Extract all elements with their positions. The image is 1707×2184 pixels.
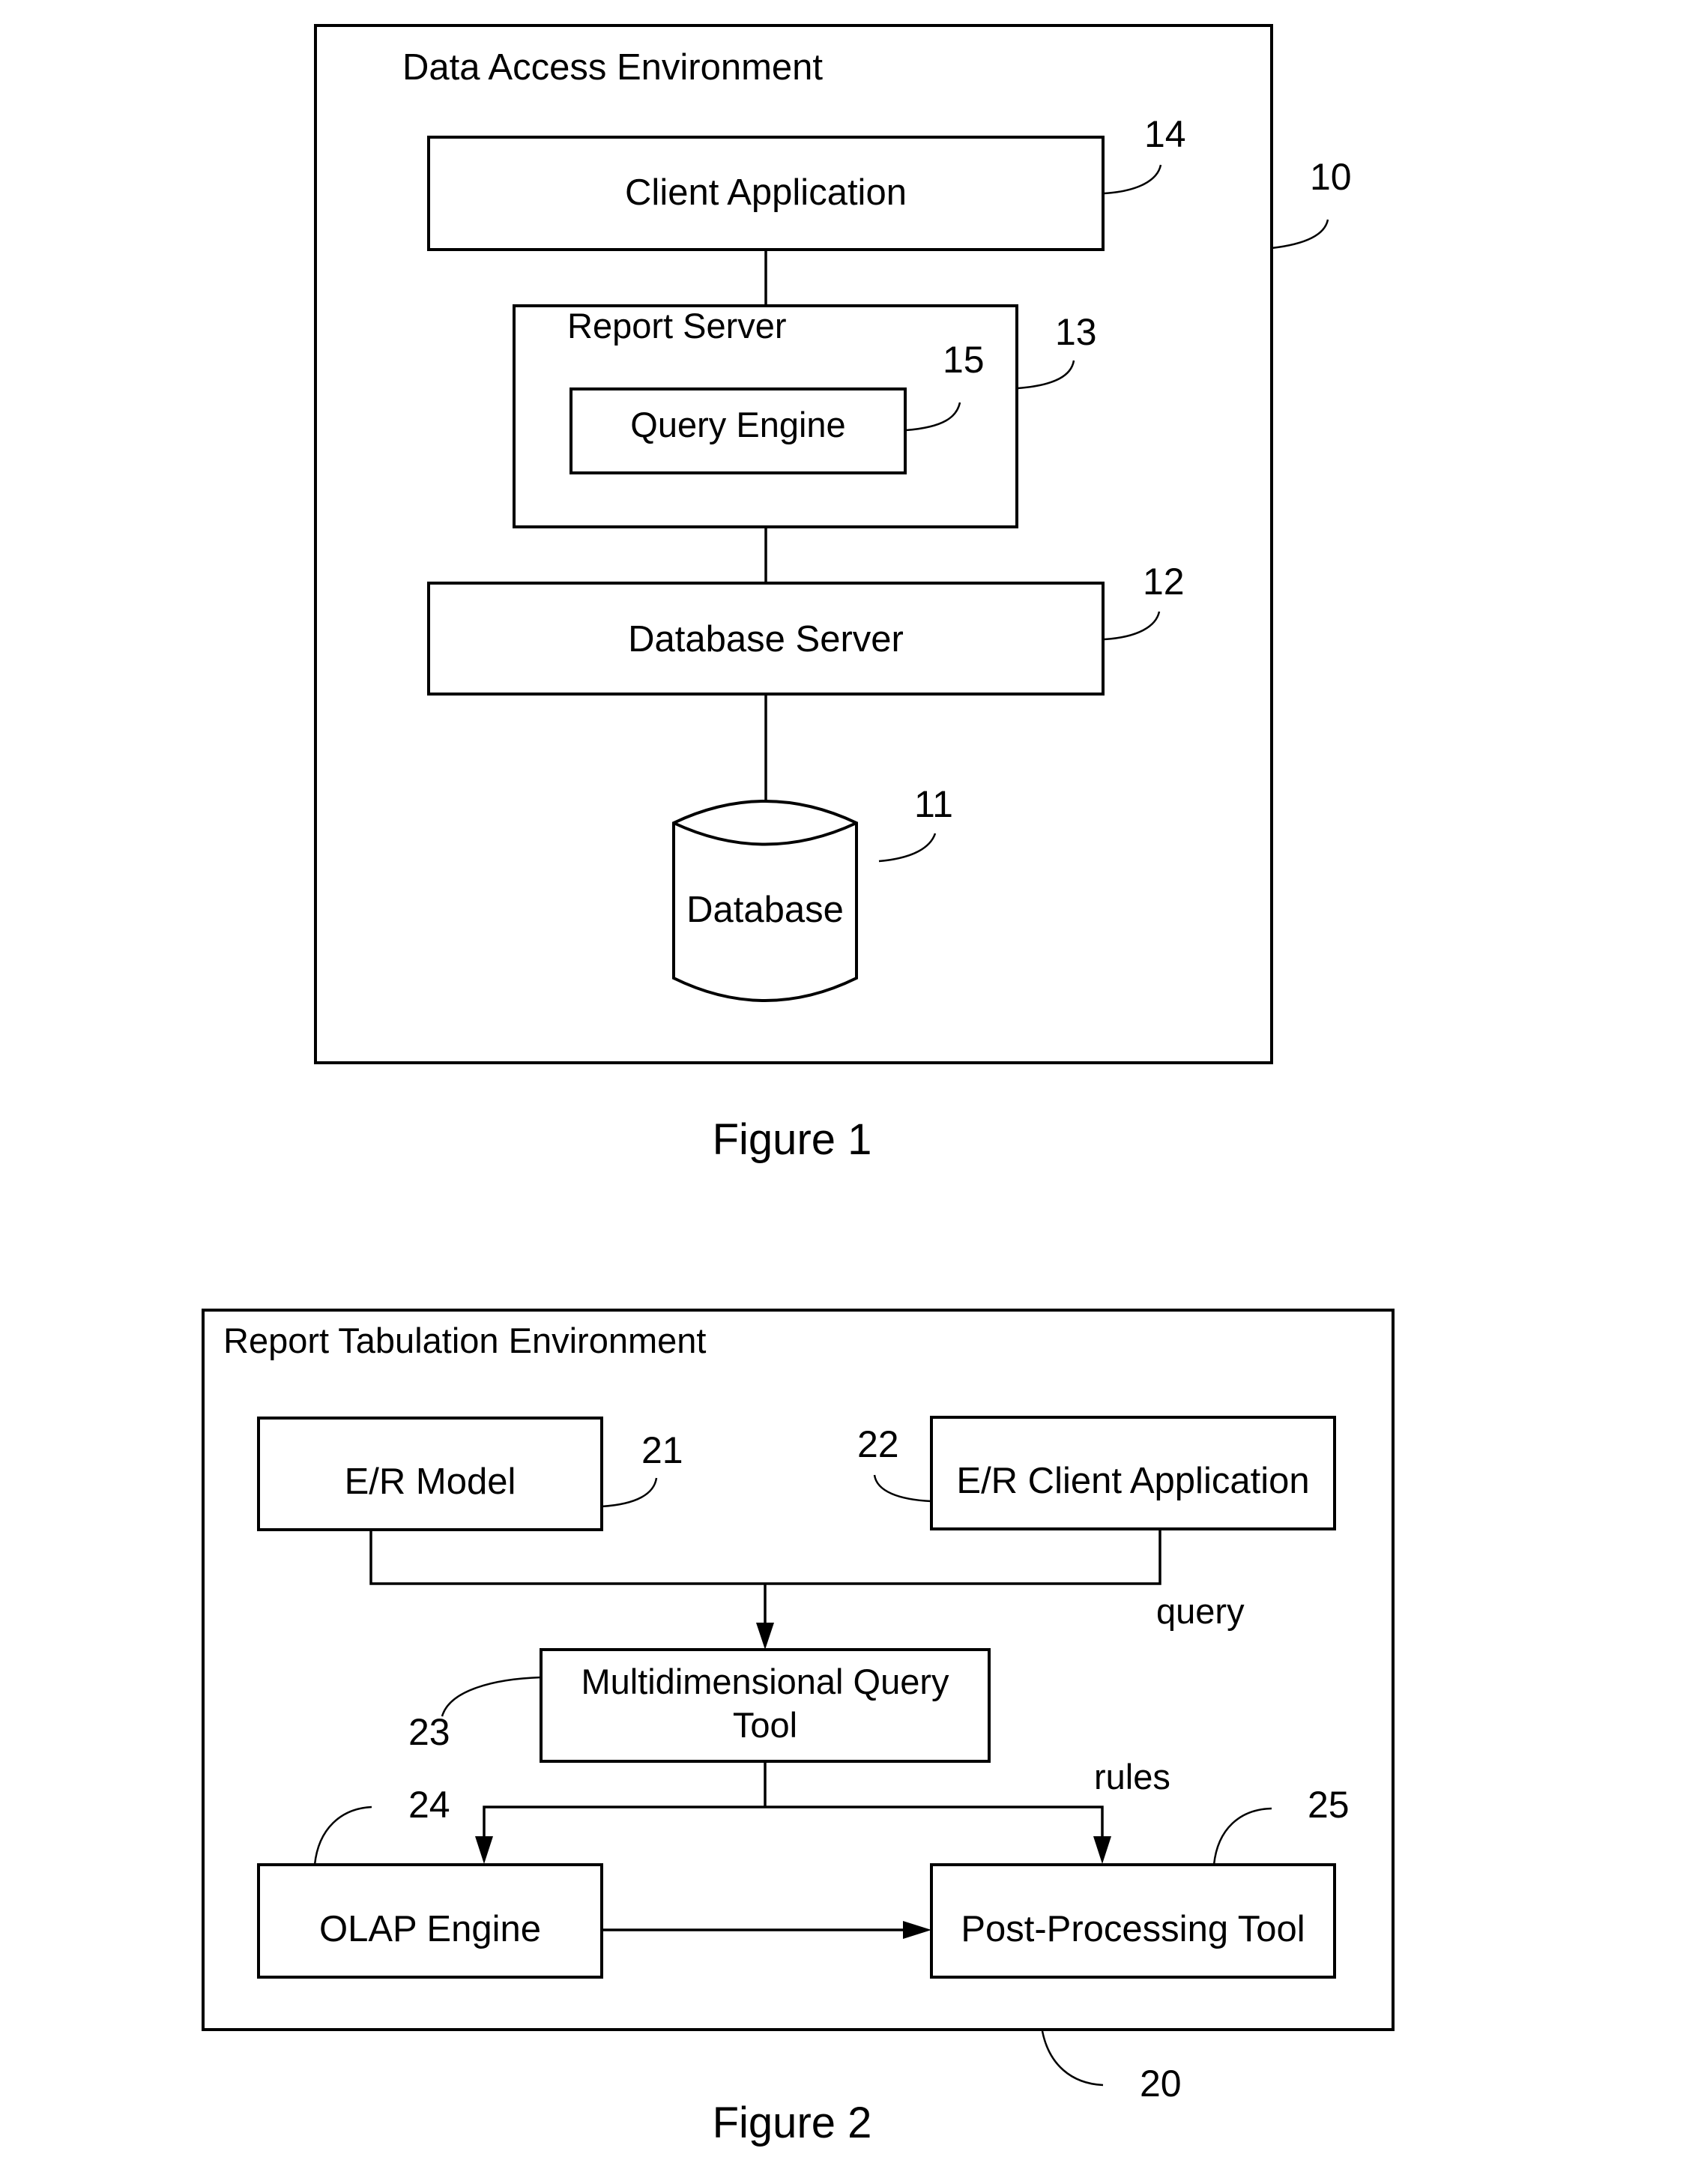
ref-24: 24 <box>408 1784 450 1826</box>
ref-12: 12 <box>1143 561 1185 603</box>
ref-13: 13 <box>1055 311 1097 353</box>
figure-1-caption: Figure 1 <box>713 1115 872 1164</box>
client-application-label: Client Application <box>625 172 907 213</box>
data-access-environment-label: Data Access Environment <box>402 47 823 88</box>
olap-engine-label: OLAP Engine <box>319 1909 541 1949</box>
er-model-label: E/R Model <box>345 1461 516 1502</box>
mqt-label-line2: Tool <box>733 1705 797 1745</box>
er-client-application-label: E/R Client Application <box>956 1461 1309 1501</box>
ref-11: 11 <box>914 783 953 825</box>
figure-1: Data Access Environment 10 Client Applic… <box>314 24 1352 1164</box>
ref-23: 23 <box>408 1711 450 1753</box>
figure-2: Report Tabulation Environment 20 E/R Mod… <box>202 1309 1395 2147</box>
patent-figures: Data Access Environment 10 Client Applic… <box>202 24 1395 2147</box>
database-label: Database <box>686 890 844 930</box>
report-server-label: Report Server <box>567 306 787 346</box>
edge-label-rules: rules <box>1094 1757 1170 1797</box>
callout-20 <box>1041 2030 1104 2087</box>
database-server-label: Database Server <box>628 619 904 660</box>
report-tabulation-environment-label: Report Tabulation Environment <box>223 1321 706 1360</box>
mqt-label-line1: Multidimensional Query <box>581 1662 949 1701</box>
ref-25: 25 <box>1308 1784 1350 1826</box>
ref-22: 22 <box>857 1423 899 1465</box>
post-processing-tool-label: Post-Processing Tool <box>961 1909 1305 1949</box>
figure-2-caption: Figure 2 <box>713 2099 872 2147</box>
ref-15: 15 <box>943 339 985 381</box>
ref-20: 20 <box>1140 2063 1182 2105</box>
edge-label-query: query <box>1156 1591 1245 1631</box>
ref-21: 21 <box>641 1429 683 1471</box>
ref-14: 14 <box>1144 113 1186 155</box>
callout-10 <box>1271 219 1329 250</box>
ref-10: 10 <box>1310 156 1352 198</box>
query-engine-label: Query Engine <box>630 405 845 444</box>
